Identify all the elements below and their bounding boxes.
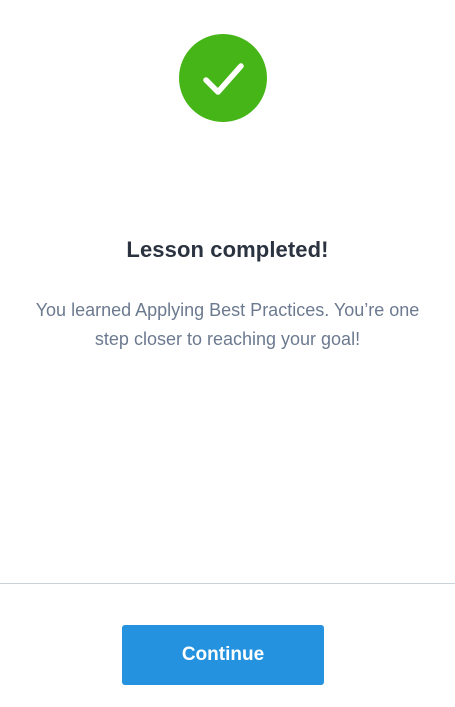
footer-divider <box>0 583 455 584</box>
lesson-completed-title: Lesson completed! <box>126 237 329 262</box>
success-badge <box>179 34 267 122</box>
continue-button[interactable]: Continue <box>122 625 324 685</box>
lesson-completed-message: You learned Applying Best Practices. You… <box>35 300 420 349</box>
checkmark-icon <box>203 63 244 95</box>
